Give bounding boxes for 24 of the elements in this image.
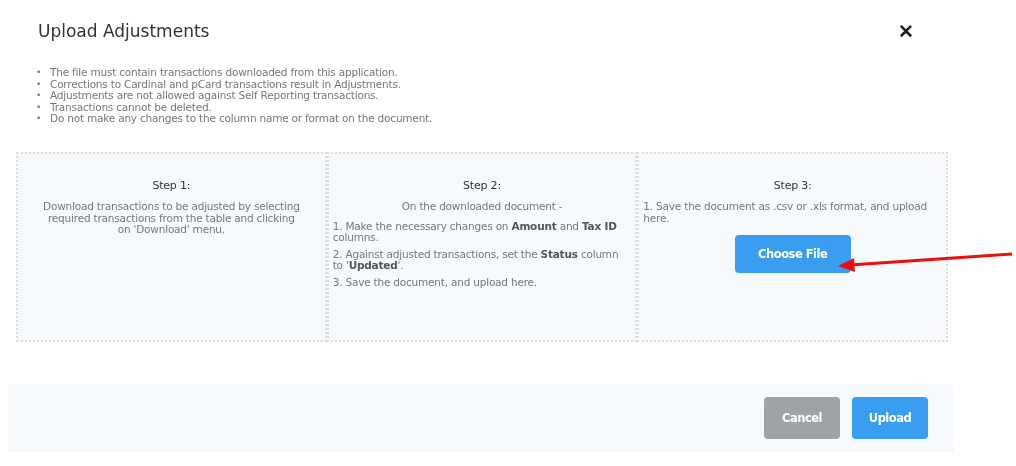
bullet-mark: •	[36, 89, 43, 101]
note-text: Corrections to Cardinal and pCard transactions result in Adjustments.	[50, 77, 401, 89]
cancel-button[interactable]: Cancel	[764, 396, 840, 439]
note-text: Do not make any changes to the column name or format on the document.	[50, 112, 433, 124]
step-text: 3. Save the document, and upload here.	[332, 276, 538, 288]
step-text: 1. Make the necessary changes on Amount and Tax ID columns.	[332, 220, 618, 244]
note-text: The file must contain transactions downloaded from this application.	[50, 66, 398, 78]
close-button[interactable]: ✕	[898, 19, 914, 43]
step-title: Step 2:	[463, 179, 501, 191]
note-text: Transactions cannot be deleted.	[50, 100, 212, 112]
step-title: Step 1:	[152, 179, 191, 191]
bullet-mark: •	[36, 112, 43, 124]
bullet-mark: •	[36, 66, 43, 78]
choose-file-button[interactable]: Choose File	[734, 235, 851, 273]
dialog-title: Upload Adjustments	[38, 21, 210, 41]
bullet-mark: •	[36, 77, 43, 89]
step-text: On the downloaded document -	[400, 201, 564, 213]
step-title: Step 3:	[773, 179, 812, 191]
bullet-mark: •	[36, 100, 43, 112]
step-text: Download transactions to be adjusted by selecting required transactions from the table and clicking on 'Download' menu.	[42, 201, 301, 236]
step-text: 2. Against adjusted transactions, set the Status column to 'Updated'.	[332, 248, 620, 272]
note-text: Adjustments are not allowed against Self Reporting transactions.	[50, 89, 379, 101]
upload-button[interactable]: Upload	[852, 396, 928, 439]
step-text: 1. Save the document as .csv or .xls format, and upload here.	[643, 201, 928, 224]
